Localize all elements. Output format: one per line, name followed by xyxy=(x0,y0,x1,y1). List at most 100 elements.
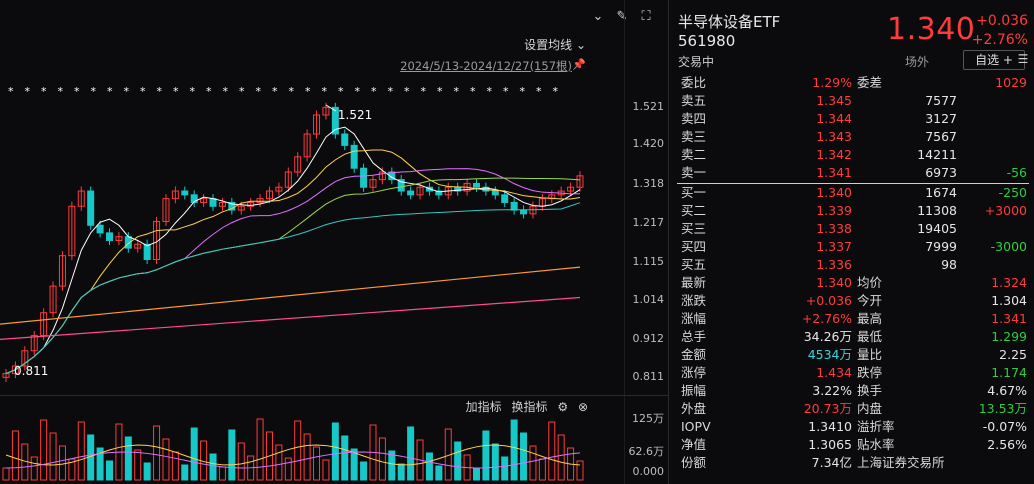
bid-row[interactable]: 买一 1.340 1674 -250 xyxy=(669,184,1034,202)
signal-marker: * xyxy=(454,85,460,98)
candle-body xyxy=(407,190,415,196)
volume-bar xyxy=(425,452,433,481)
volume-bar xyxy=(237,442,245,481)
stat-value: 13.53万 xyxy=(978,401,1027,416)
bid-price: 1.340 xyxy=(816,185,852,200)
price-axis-separator xyxy=(624,0,625,484)
stat-label: 涨幅 xyxy=(681,311,707,326)
bid-volume: 11308 xyxy=(917,203,957,218)
signal-marker: * xyxy=(338,85,344,98)
bid-level-label: 买一 xyxy=(681,185,707,200)
stat-label: 份额 xyxy=(681,455,707,470)
volume-bar xyxy=(548,421,556,481)
candle-body xyxy=(143,243,151,260)
bid-row[interactable]: 买五 1.336 98 xyxy=(669,256,1034,274)
volume-bar xyxy=(294,420,302,481)
volume-bar xyxy=(49,432,57,481)
bid-level-label: 买四 xyxy=(681,239,707,254)
max-price-label: 1.521 xyxy=(338,108,372,122)
candle-body xyxy=(501,194,509,203)
volume-divider xyxy=(0,395,668,396)
volume-bar xyxy=(134,449,142,481)
volume-bar xyxy=(407,426,415,481)
stat-value: 1.434 xyxy=(816,365,852,380)
volume-tick: 125万 xyxy=(632,412,664,425)
signal-marker: * xyxy=(74,85,80,98)
swap-indicator-button[interactable]: 换指标 xyxy=(512,400,548,414)
min-price-label: 0.811 xyxy=(14,364,48,378)
volume-bar xyxy=(576,460,584,481)
volume-bar xyxy=(190,427,198,481)
stat-label: 涨跌 xyxy=(681,293,707,308)
signal-marker: * xyxy=(272,85,278,98)
stat-row: 净值 1.3065 贴水率 2.56% xyxy=(669,436,1034,454)
ma120-line xyxy=(0,266,581,325)
gear-icon[interactable]: ⚙ xyxy=(557,400,568,414)
bid-price: 1.336 xyxy=(816,257,852,272)
ask-row[interactable]: 卖一 1.341 6973 -56 xyxy=(669,164,1034,182)
ask-row[interactable]: 卖五 1.345 7577 xyxy=(669,92,1034,110)
close-icon[interactable]: ⊗ xyxy=(578,400,588,414)
stat-label: 最高 xyxy=(857,311,883,326)
ask-change: -56 xyxy=(1006,165,1027,180)
trading-status: 交易中 xyxy=(678,55,715,69)
ask-row[interactable]: 卖三 1.343 7567 xyxy=(669,128,1034,146)
ask-row[interactable]: 卖二 1.342 14211 xyxy=(669,146,1034,164)
stat-label: 最新 xyxy=(681,275,707,290)
ask-volume: 3127 xyxy=(925,111,957,126)
outer-market-label[interactable]: 场外 xyxy=(905,53,929,70)
volume-bar xyxy=(58,445,66,481)
ma5-line xyxy=(5,126,581,375)
kline-chart-panel[interactable]: ⌄ ✎ ⛶ 设置均线 ⌄ 2024/5/13-2024/12/27(157根) … xyxy=(0,0,668,484)
stat-label: 最低 xyxy=(857,329,883,344)
ask-level-label: 卖一 xyxy=(681,165,707,180)
stat-label: 总手 xyxy=(681,329,707,344)
ask-price: 1.342 xyxy=(816,147,852,162)
candle-body xyxy=(520,209,528,215)
menu-icon[interactable]: ☰ xyxy=(1015,51,1031,67)
candle-body xyxy=(360,167,368,188)
volume-bar xyxy=(322,459,330,481)
candle-body xyxy=(491,190,499,196)
signal-marker: * xyxy=(58,85,64,98)
stat-value: 1.3410 xyxy=(808,419,852,434)
add-indicator-button[interactable]: 加指标 xyxy=(466,400,502,414)
ask-volume: 7567 xyxy=(925,129,957,144)
signal-marker: * xyxy=(107,85,113,98)
fullscreen-icon[interactable]: ⛶ xyxy=(638,9,654,25)
volume-bar xyxy=(181,464,189,481)
bid-row[interactable]: 买四 1.337 7999 -3000 xyxy=(669,238,1034,256)
signal-marker: * xyxy=(91,85,97,98)
ask-price: 1.341 xyxy=(816,165,852,180)
stat-value: 3.22% xyxy=(812,383,852,398)
ask-level-label: 卖二 xyxy=(681,147,707,162)
bid-volume: 98 xyxy=(941,257,957,272)
volume-bar xyxy=(171,451,179,481)
ask-row[interactable]: 卖四 1.344 3127 xyxy=(669,110,1034,128)
stat-value: 34.26万 xyxy=(803,329,852,344)
volume-bar xyxy=(454,441,462,481)
price-tick: 1.014 xyxy=(632,293,665,306)
stat-label: 今开 xyxy=(857,293,883,308)
stat-row: 总手 34.26万 最低 1.299 xyxy=(669,328,1034,346)
price-tick: 1.217 xyxy=(632,216,665,229)
security-name: 半导体设备ETF xyxy=(678,13,781,31)
volume-bar xyxy=(435,465,443,481)
stat-label: 溢折率 xyxy=(857,419,895,434)
last-price: 1.340 xyxy=(887,12,976,47)
signal-marker: * xyxy=(536,85,542,98)
bid-row[interactable]: 买三 1.338 19405 xyxy=(669,220,1034,238)
signal-marker: * xyxy=(124,85,130,98)
stat-label: IOPV xyxy=(681,419,711,434)
signal-marker: * xyxy=(256,85,262,98)
signal-marker: * xyxy=(487,85,493,98)
ask-level-label: 卖五 xyxy=(681,93,707,108)
signal-marker: * xyxy=(371,85,377,98)
candle-body xyxy=(341,133,349,146)
stat-label: 上海证券交易所 xyxy=(857,455,945,470)
bid-row[interactable]: 买二 1.339 11308 +3000 xyxy=(669,202,1034,220)
committee-diff-label: 委差 xyxy=(857,75,883,90)
volume-bar xyxy=(256,418,264,481)
volume-bar xyxy=(303,433,311,481)
signal-marker: * xyxy=(223,85,229,98)
